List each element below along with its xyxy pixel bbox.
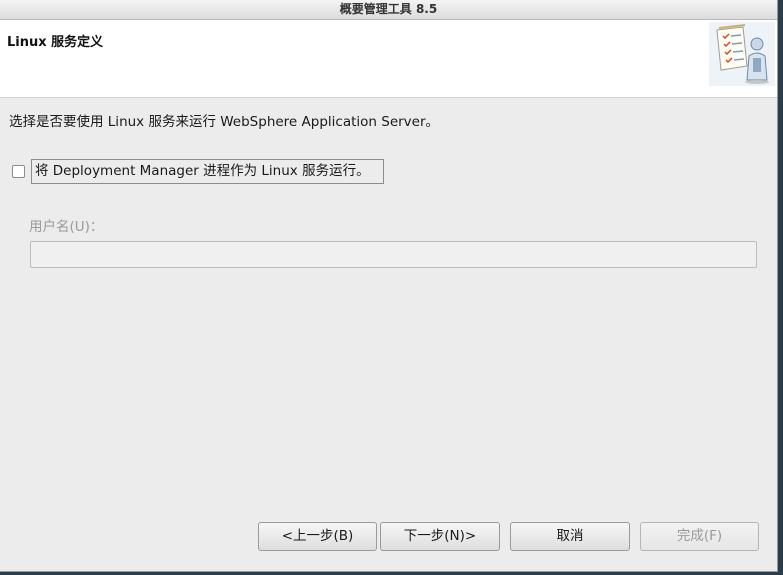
back-button[interactable]: <上一步(B) bbox=[258, 522, 377, 551]
page-description: 选择是否要使用 Linux 服务来运行 WebSphere Applicatio… bbox=[9, 114, 440, 130]
wizard-header: Linux 服务定义 bbox=[0, 20, 777, 98]
next-button[interactable]: 下一步(N)> bbox=[380, 522, 500, 551]
run-as-service-label[interactable]: 将 Deployment Manager 进程作为 Linux 服务运行。 bbox=[31, 159, 384, 184]
run-as-service-checkbox[interactable] bbox=[12, 165, 25, 178]
finish-button[interactable]: 完成(F) bbox=[640, 522, 759, 551]
wizard-checklist-person-icon bbox=[709, 22, 775, 86]
page-title: Linux 服务定义 bbox=[7, 35, 104, 50]
username-label: 用户名(U)： bbox=[29, 219, 104, 235]
window-title: 概要管理工具 8.5 bbox=[0, 0, 777, 20]
wizard-window: 概要管理工具 8.5 Linux 服务定义 选择是否要使用 Linux 服务来运… bbox=[0, 0, 778, 572]
cancel-button[interactable]: 取消 bbox=[510, 522, 630, 551]
username-field[interactable] bbox=[30, 241, 757, 268]
